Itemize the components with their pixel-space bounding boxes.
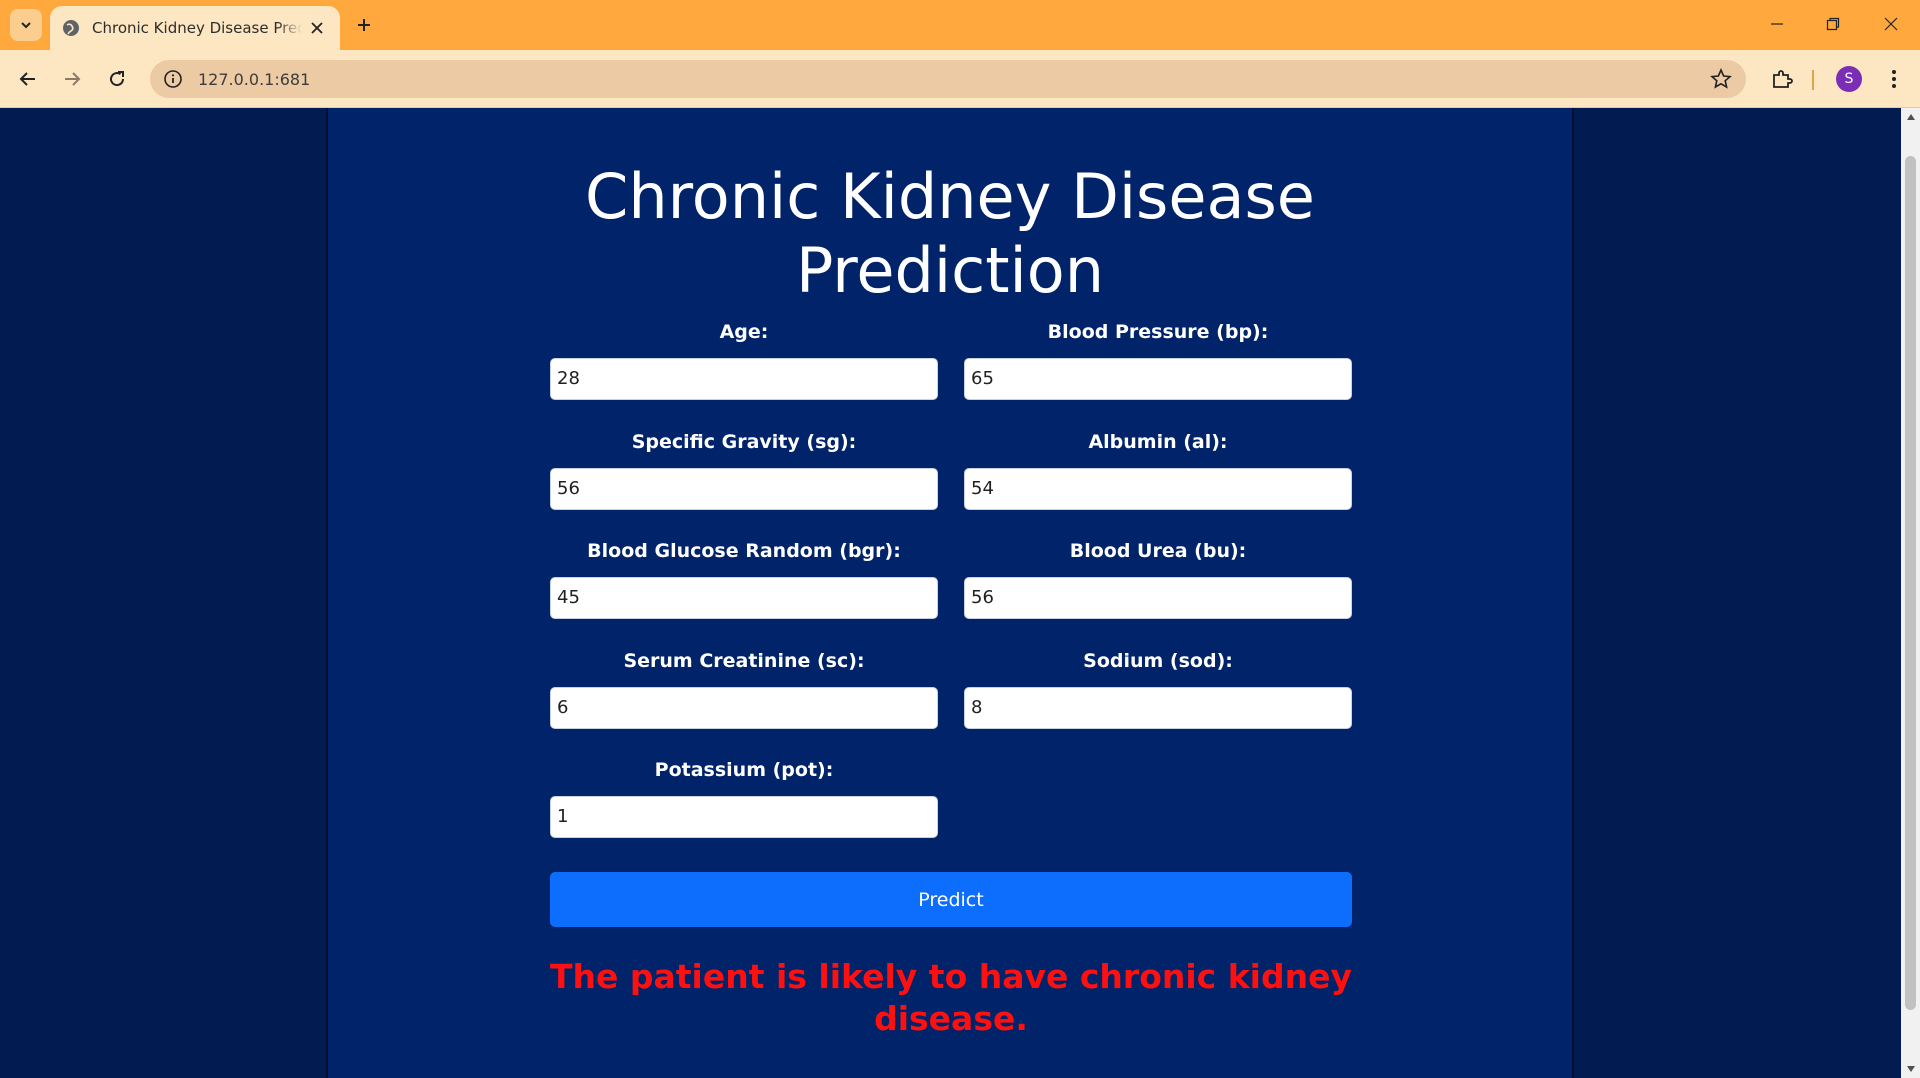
browser-toolbar: 127.0.0.1:681 S bbox=[0, 50, 1920, 108]
blood-pressure-input[interactable]: 65 bbox=[964, 358, 1352, 400]
extensions-button[interactable] bbox=[1766, 63, 1798, 95]
globe-icon bbox=[62, 19, 80, 37]
triangle-up-icon bbox=[1906, 114, 1915, 120]
potassium-input[interactable]: 1 bbox=[550, 796, 938, 838]
serum-creatinine-label: Serum Creatinine (sc): bbox=[623, 650, 865, 672]
field-serum-creatinine: Serum Creatinine (sc): 6 bbox=[550, 647, 938, 729]
scrollbar-thumb[interactable] bbox=[1905, 156, 1916, 1010]
browser-menu-button[interactable] bbox=[1878, 63, 1910, 95]
scroll-down-arrow[interactable] bbox=[1901, 1060, 1920, 1078]
tab-search-button[interactable] bbox=[10, 9, 42, 41]
sodium-input[interactable]: 8 bbox=[964, 687, 1352, 729]
form-card: Chronic Kidney Disease Prediction Age: 2… bbox=[326, 108, 1574, 1078]
reload-button[interactable] bbox=[101, 63, 133, 95]
plus-icon bbox=[358, 19, 370, 31]
tab-title: Chronic Kidney Disease Prediction bbox=[92, 19, 302, 37]
back-button[interactable] bbox=[12, 63, 44, 95]
minimize-button[interactable] bbox=[1754, 6, 1800, 42]
potassium-label: Potassium (pot): bbox=[654, 759, 834, 781]
blood-pressure-label: Blood Pressure (bp): bbox=[1047, 321, 1269, 343]
site-info-icon[interactable] bbox=[162, 68, 184, 90]
predict-button[interactable]: Predict bbox=[550, 872, 1352, 927]
blood-urea-input[interactable]: 56 bbox=[964, 577, 1352, 619]
bookmark-star-icon[interactable] bbox=[1710, 68, 1732, 90]
albumin-input[interactable]: 54 bbox=[964, 468, 1352, 510]
close-icon bbox=[1884, 17, 1898, 31]
field-sodium: Sodium (sod): 8 bbox=[964, 647, 1352, 729]
restore-icon bbox=[1826, 17, 1840, 31]
page-title: Chronic Kidney Disease Prediction bbox=[328, 160, 1572, 308]
profile-avatar[interactable]: S bbox=[1836, 66, 1862, 92]
close-tab-icon[interactable] bbox=[306, 17, 328, 39]
url-text[interactable]: 127.0.0.1:681 bbox=[198, 70, 310, 89]
arrow-left-icon bbox=[19, 72, 35, 86]
triangle-down-icon bbox=[1906, 1066, 1915, 1072]
browser-tab-bar: Chronic Kidney Disease Prediction bbox=[0, 0, 1920, 50]
prediction-result: The patient is likely to have chronic ki… bbox=[549, 957, 1352, 1038]
field-albumin: Albumin (al): 54 bbox=[964, 428, 1352, 510]
puzzle-icon bbox=[1773, 70, 1793, 88]
blood-glucose-random-label: Blood Glucose Random (bgr): bbox=[587, 540, 901, 562]
serum-creatinine-input[interactable]: 6 bbox=[550, 687, 938, 729]
page-title-line-2: Prediction bbox=[795, 234, 1104, 307]
field-age: Age: 28 bbox=[550, 318, 938, 400]
chevron-down-icon bbox=[21, 22, 31, 29]
field-specific-gravity: Specific Gravity (sg): 56 bbox=[550, 428, 938, 510]
blood-urea-label: Blood Urea (bu): bbox=[1069, 540, 1247, 562]
arrow-right-icon bbox=[65, 72, 81, 86]
field-blood-glucose-random: Blood Glucose Random (bgr): 45 bbox=[550, 537, 938, 619]
blood-glucose-random-input[interactable]: 45 bbox=[550, 577, 938, 619]
reload-icon bbox=[110, 71, 125, 87]
page-title-line-1: Chronic Kidney Disease bbox=[585, 160, 1315, 233]
scroll-up-arrow[interactable] bbox=[1901, 108, 1920, 126]
forward-button[interactable] bbox=[56, 63, 88, 95]
specific-gravity-label: Specific Gravity (sg): bbox=[631, 431, 857, 453]
restore-button[interactable] bbox=[1810, 6, 1856, 42]
new-tab-button[interactable] bbox=[350, 11, 378, 39]
field-blood-pressure: Blood Pressure (bp): 65 bbox=[964, 318, 1352, 400]
toolbar-divider bbox=[1812, 70, 1814, 90]
page-viewport: Chronic Kidney Disease Prediction Age: 2… bbox=[0, 108, 1901, 1078]
more-vertical-icon bbox=[1892, 70, 1896, 88]
field-blood-urea: Blood Urea (bu): 56 bbox=[964, 537, 1352, 619]
age-label: Age: bbox=[719, 321, 769, 343]
browser-tab[interactable]: Chronic Kidney Disease Prediction bbox=[50, 6, 340, 50]
albumin-label: Albumin (al): bbox=[1088, 431, 1228, 453]
age-input[interactable]: 28 bbox=[550, 358, 938, 400]
close-window-button[interactable] bbox=[1868, 6, 1914, 42]
minimize-icon bbox=[1771, 23, 1783, 25]
address-bar[interactable]: 127.0.0.1:681 bbox=[150, 60, 1746, 98]
field-potassium: Potassium (pot): 1 bbox=[550, 756, 938, 838]
specific-gravity-input[interactable]: 56 bbox=[550, 468, 938, 510]
page-scrollbar[interactable] bbox=[1901, 108, 1920, 1078]
sodium-label: Sodium (sod): bbox=[1083, 650, 1233, 672]
